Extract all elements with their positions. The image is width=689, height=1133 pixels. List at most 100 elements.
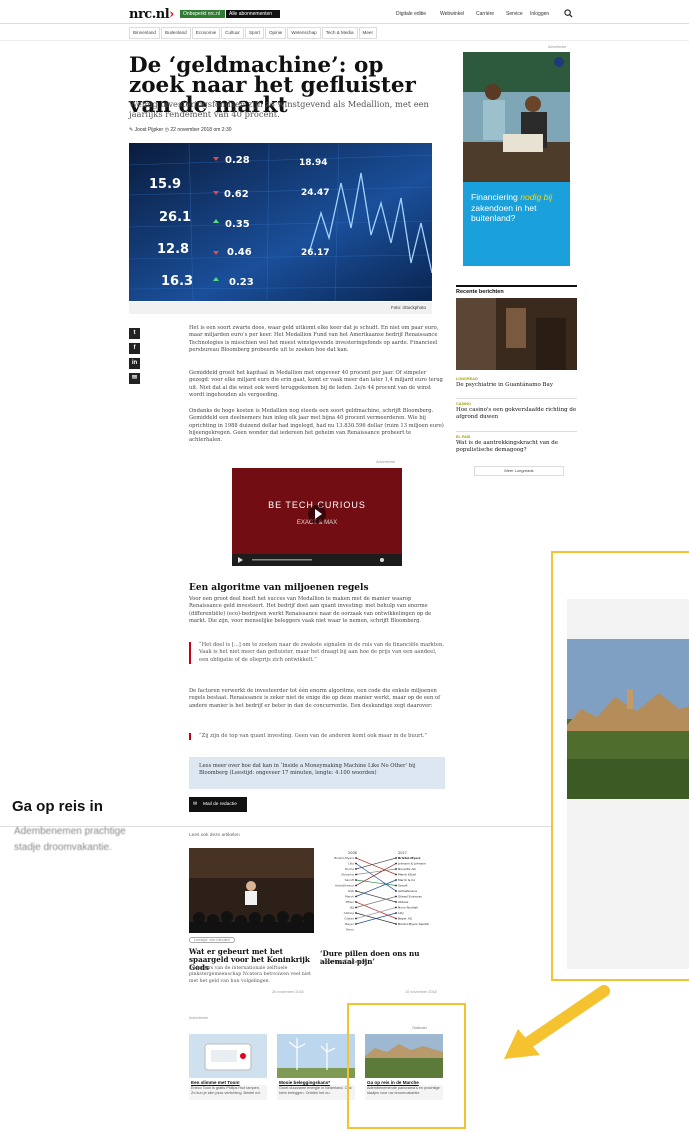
nav-webshop[interactable]: Webwinkel bbox=[440, 11, 464, 17]
recent-post-image[interactable] bbox=[456, 298, 577, 370]
nav-career[interactable]: Carrière bbox=[476, 11, 494, 17]
nav-login[interactable]: Inloggen bbox=[530, 11, 549, 17]
chart-x-label-right: 2017 bbox=[398, 851, 407, 855]
ad-label: Advertentie bbox=[376, 460, 396, 464]
section-tech-media[interactable]: Tech & Media bbox=[321, 27, 358, 39]
slope-label-left: Novartis bbox=[342, 873, 355, 877]
mail-editors-button[interactable]: ✉ Mail de redactie bbox=[189, 797, 247, 812]
slope-label-left: Bayer bbox=[345, 922, 355, 926]
slope-label-left: Merck bbox=[345, 895, 354, 899]
author-name[interactable]: Joost Pijpker bbox=[135, 127, 164, 133]
section-nav: Binnenland Buitenland Economie Cultuur S… bbox=[129, 27, 378, 39]
top-bar: nrc.nl› Onbeperkt nrc.nl Alle abonnement… bbox=[0, 0, 689, 24]
search-icon[interactable] bbox=[564, 9, 573, 18]
section-wetenschap[interactable]: Wetenschap bbox=[287, 27, 321, 39]
video-ad[interactable]: BE TECH CURIOUS EXACT & MAX bbox=[232, 468, 402, 566]
slope-point bbox=[355, 873, 357, 876]
related-article-2-chart[interactable]: 2008 2017 Bristol-Myers Lilly Roche Novarti… bbox=[320, 848, 445, 933]
publish-date: 22 november 2018 om 2:30 bbox=[170, 127, 232, 133]
slope-line bbox=[355, 857, 397, 870]
section-sport[interactable]: Sport bbox=[244, 27, 264, 39]
sponsored-card-2-desc: Groei duurzame energie in Nederland. Ook… bbox=[279, 1086, 352, 1095]
all-subscriptions-pill[interactable]: Alle abonnementen bbox=[226, 10, 280, 18]
zoom-title: Ga op reis in bbox=[12, 798, 103, 815]
section-opinie[interactable]: Opinie bbox=[264, 27, 287, 39]
recent-title-3[interactable]: Wat is de aantrekkingskracht van de popu… bbox=[456, 440, 577, 454]
mail-icon: ✉ bbox=[193, 802, 198, 807]
slope-label-right: Novartis AG bbox=[398, 867, 416, 871]
slope-line bbox=[355, 890, 397, 903]
slope-point bbox=[395, 901, 397, 903]
highlight-frame bbox=[347, 1003, 466, 1129]
section-economie[interactable]: Economie bbox=[191, 27, 221, 39]
slope-point bbox=[355, 901, 357, 903]
site-logo[interactable]: nrc.nl› bbox=[129, 7, 174, 22]
section-more[interactable]: Meer bbox=[358, 27, 377, 39]
svg-text:18.94: 18.94 bbox=[299, 158, 327, 168]
slope-point bbox=[395, 873, 397, 876]
svg-text:15.9: 15.9 bbox=[149, 177, 181, 192]
slope-label-left: Lilly bbox=[348, 862, 354, 866]
slope-point bbox=[355, 879, 357, 881]
section-buitenland[interactable]: Buitenland bbox=[161, 27, 191, 39]
slope-label-right: Sanofi bbox=[398, 884, 407, 888]
slope-label-left: Bristol-Myers bbox=[334, 856, 354, 860]
slope-point bbox=[395, 868, 397, 870]
paragraph-1: Het is een soort zwarte doos, waar geld … bbox=[189, 325, 439, 353]
slope-point bbox=[395, 917, 397, 920]
sponsored-card-2[interactable]: Mooie beleggingskans* Groei duurzame ene… bbox=[277, 1034, 355, 1100]
slope-label-right: Merck KGaA bbox=[398, 873, 417, 877]
wind-turbines-image bbox=[277, 1034, 355, 1078]
twitter-share-button[interactable]: t bbox=[129, 328, 140, 339]
twitter-icon: t bbox=[133, 330, 136, 336]
related-article-2-date: 10 november 2018 bbox=[405, 990, 437, 994]
section-cultuur[interactable]: Cultuur bbox=[221, 27, 244, 39]
slope-point bbox=[355, 906, 357, 909]
slope-point bbox=[395, 912, 397, 914]
slope-point bbox=[355, 884, 357, 887]
nav-digital-edition[interactable]: Digitale editie bbox=[396, 11, 426, 17]
svg-text:12.8: 12.8 bbox=[157, 242, 189, 257]
play-icon[interactable] bbox=[307, 504, 327, 524]
subscribe-pill[interactable]: Onbeperkt nrc.nl bbox=[180, 10, 225, 18]
slope-label-right: Novo Nordisk bbox=[398, 906, 418, 910]
sponsored-card-1[interactable]: Een slimme met Toon! Eneco Toon is grati… bbox=[189, 1034, 267, 1100]
svg-text:0.35: 0.35 bbox=[225, 219, 250, 230]
chart-x-label-left: 2008 bbox=[348, 851, 357, 855]
svg-text:0.62: 0.62 bbox=[224, 189, 249, 200]
slope-label-left: AstraZeneca bbox=[335, 884, 354, 888]
facebook-share-button[interactable]: f bbox=[129, 343, 140, 354]
slope-label-right: Merck & Co bbox=[398, 878, 415, 882]
preacher-photo bbox=[189, 848, 314, 933]
slope-line bbox=[355, 907, 397, 919]
email-share-button[interactable]: ✉ bbox=[129, 373, 140, 384]
more-longreads-button[interactable]: Meer Longreads bbox=[474, 466, 564, 476]
arrow-icon bbox=[504, 985, 610, 1059]
slope-point bbox=[395, 895, 397, 898]
linkedin-share-button[interactable]: in bbox=[129, 358, 140, 369]
slope-point bbox=[395, 923, 397, 925]
slope-label-right: Lilly bbox=[398, 911, 404, 915]
slope-point bbox=[395, 862, 397, 865]
sidebar-ad-photo bbox=[463, 52, 570, 182]
recent-title-2[interactable]: Hoe casino's een gokverslaafde richting … bbox=[456, 407, 577, 421]
slope-label-right: Bayer AG bbox=[398, 917, 413, 921]
recent-tag-1: LONGREAD bbox=[456, 377, 478, 381]
slope-point bbox=[355, 862, 357, 865]
sidebar-ad-text: Financiering nodig bij zakendoen in het … bbox=[471, 192, 553, 223]
recent-title-1[interactable]: De psychiatrie in Guantánamo Bay bbox=[456, 382, 577, 389]
slope-label-left: GSK bbox=[348, 889, 355, 893]
read-more-box[interactable]: Lees meer over hoe dat kan in ‘Inside a … bbox=[189, 757, 445, 789]
subheading: Een algoritme van miljoenen regels bbox=[189, 583, 369, 593]
svg-text:26.17: 26.17 bbox=[301, 248, 329, 258]
slope-label-left: J&J bbox=[349, 906, 354, 910]
related-article-1-image[interactable] bbox=[189, 848, 314, 933]
nav-service[interactable]: Service bbox=[506, 11, 523, 17]
facebook-icon: f bbox=[133, 345, 136, 351]
slope-label-left: Abbvie bbox=[344, 911, 354, 915]
sidebar-ad[interactable]: Financiering nodig bij zakendoen in het … bbox=[463, 52, 570, 266]
slope-label-right: AstraZeneca bbox=[398, 889, 417, 893]
section-binnenland[interactable]: Binnenland bbox=[129, 27, 160, 39]
slope-label-right: Johnson & Johnson bbox=[397, 862, 426, 866]
related-article-1-date: 26 november 2018 bbox=[272, 990, 304, 994]
